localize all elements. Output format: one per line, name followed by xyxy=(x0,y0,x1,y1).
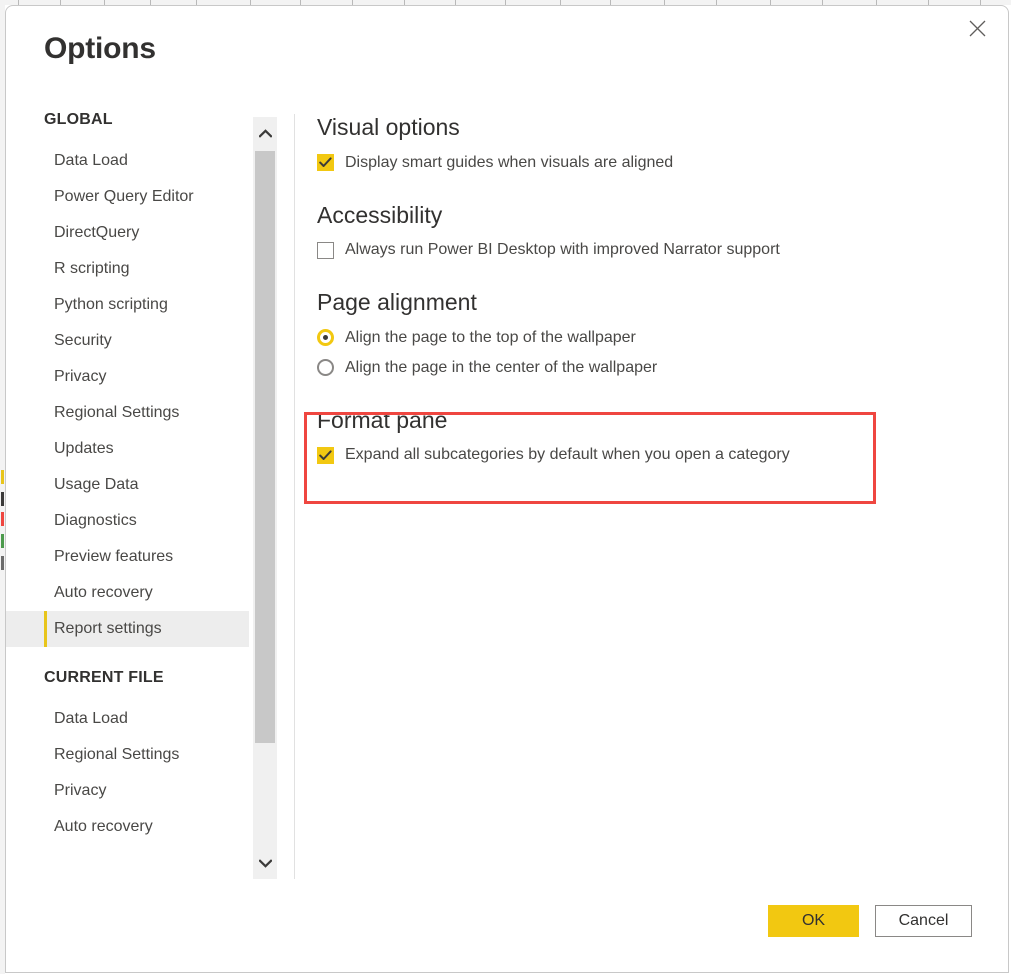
sidebar-item-preview-features[interactable]: Preview features xyxy=(6,539,249,575)
nav-group-label-global: GLOBAL xyxy=(44,111,113,128)
sidebar-scrollbar-thumb[interactable] xyxy=(255,151,275,743)
ok-button[interactable]: OK xyxy=(768,905,859,937)
sidebar-item-directquery[interactable]: DirectQuery xyxy=(6,215,249,251)
options-content-panel: Visual options Display smart guides when … xyxy=(317,114,937,464)
checkbox-checked-icon[interactable] xyxy=(317,446,334,464)
radio-unselected-icon[interactable] xyxy=(317,359,334,377)
chevron-down-icon[interactable] xyxy=(253,847,277,879)
sidebar-item-privacy[interactable]: Privacy xyxy=(6,359,249,395)
sidebar-item-label: R scripting xyxy=(54,260,130,277)
sidebar-item-privacy[interactable]: Privacy xyxy=(6,773,249,809)
page-title: Options xyxy=(44,32,156,65)
sidebar-item-data-load[interactable]: Data Load xyxy=(6,701,249,737)
sidebar-item-label: DirectQuery xyxy=(54,224,140,241)
sidebar-item-label: Data Load xyxy=(54,710,128,727)
options-dialog: Options GLOBAL Data Load Power Query Edito… xyxy=(5,5,1009,973)
sidebar-item-auto-recovery[interactable]: Auto recovery xyxy=(6,809,249,845)
sidebar-item-power-query-editor[interactable]: Power Query Editor xyxy=(6,179,249,215)
chevron-up-icon[interactable] xyxy=(253,117,277,149)
sidebar-item-auto-recovery[interactable]: Auto recovery xyxy=(6,575,249,611)
section-heading-format-pane: Format pane xyxy=(317,406,448,433)
option-label: Align the page to the top of the wallpap… xyxy=(345,328,636,346)
sidebar-item-python-scripting[interactable]: Python scripting xyxy=(6,287,249,323)
sidebar-scrollbar[interactable] xyxy=(253,117,277,879)
sidebar-item-label: Regional Settings xyxy=(54,404,180,421)
close-icon[interactable] xyxy=(954,8,1000,48)
radio-option-align-the-page-in[interactable]: Align the page in the center of the wall… xyxy=(317,359,937,377)
checkbox-option-always-run-power-bi[interactable]: Always run Power BI Desktop with improve… xyxy=(317,241,937,259)
sidebar-item-label: Report settings xyxy=(54,620,162,637)
sidebar-item-diagnostics[interactable]: Diagnostics xyxy=(6,503,249,539)
checkbox-checked-icon[interactable] xyxy=(317,154,334,172)
option-label: Align the page in the center of the wall… xyxy=(345,358,658,376)
sidebar-item-updates[interactable]: Updates xyxy=(6,431,249,467)
panel-divider xyxy=(294,114,295,879)
dialog-footer: OK Cancel xyxy=(6,894,1008,972)
sidebar-item-label: Data Load xyxy=(54,152,128,169)
sidebar-item-label: Usage Data xyxy=(54,476,139,493)
radio-selected-icon[interactable] xyxy=(317,329,334,347)
option-label: Expand all subcategories by default when… xyxy=(345,446,790,464)
sidebar-item-label: Auto recovery xyxy=(54,818,153,835)
cancel-button[interactable]: Cancel xyxy=(875,905,972,937)
sidebar-item-label: Privacy xyxy=(54,782,107,799)
checkbox-option-expand-all-subcategories-by[interactable]: Expand all subcategories by default when… xyxy=(317,446,937,464)
section-heading-accessibility: Accessibility xyxy=(317,201,443,228)
sidebar-item-regional-settings[interactable]: Regional Settings xyxy=(6,737,249,773)
sidebar-item-label: Updates xyxy=(54,440,114,457)
sidebar-item-security[interactable]: Security xyxy=(6,323,249,359)
radio-option-align-the-page-to[interactable]: Align the page to the top of the wallpap… xyxy=(317,329,937,347)
sidebar-item-label: Preview features xyxy=(54,548,174,565)
sidebar-item-label: Regional Settings xyxy=(54,746,180,763)
sidebar-item-r-scripting[interactable]: R scripting xyxy=(6,251,249,287)
option-label: Display smart guides when visuals are al… xyxy=(345,153,674,171)
section-heading-page-alignment: Page alignment xyxy=(317,289,477,316)
section-heading-visual-options: Visual options xyxy=(317,114,460,140)
sidebar-item-label: Auto recovery xyxy=(54,584,153,601)
checkbox-unchecked-icon[interactable] xyxy=(317,241,334,259)
option-label: Always run Power BI Desktop with improve… xyxy=(345,241,780,259)
sidebar-item-regional-settings[interactable]: Regional Settings xyxy=(6,395,249,431)
sidebar-item-usage-data[interactable]: Usage Data xyxy=(6,467,249,503)
sidebar-item-label: Power Query Editor xyxy=(54,188,194,205)
sidebar-item-report-settings[interactable]: Report settings xyxy=(6,611,249,647)
sidebar-item-data-load[interactable]: Data Load xyxy=(6,143,249,179)
sidebar-item-label: Python scripting xyxy=(54,296,168,313)
checkbox-option-display-smart-guides-when[interactable]: Display smart guides when visuals are al… xyxy=(317,154,937,172)
sidebar-item-label: Diagnostics xyxy=(54,512,137,529)
sidebar-item-label: Security xyxy=(54,332,112,349)
sidebar-item-label: Privacy xyxy=(54,368,107,385)
nav-group-label-current-file: CURRENT FILE xyxy=(44,669,164,686)
options-sidebar: GLOBAL Data Load Power Query Editor DirectQ… xyxy=(6,111,249,886)
